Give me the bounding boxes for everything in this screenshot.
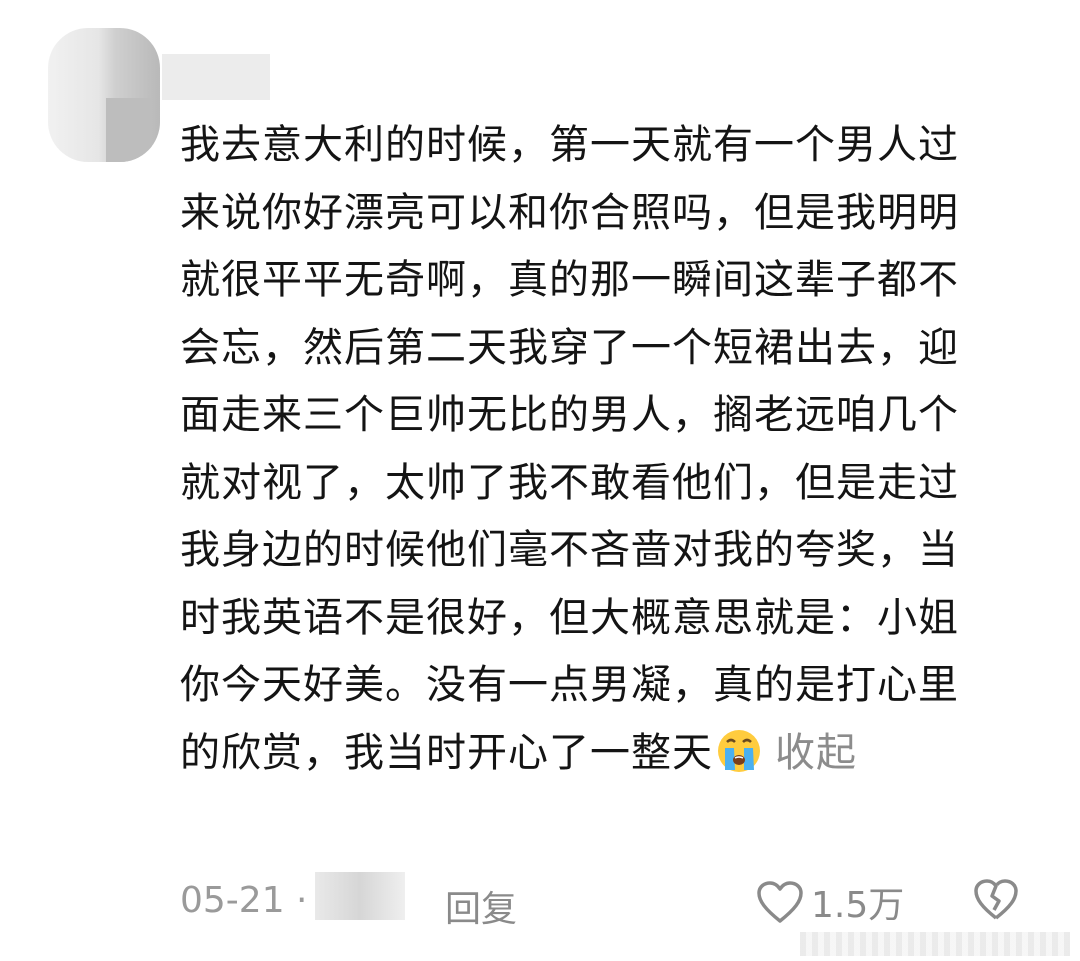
comment-footer: 05-21 · 回复 1.5万: [180, 872, 1040, 932]
like-button[interactable]: 1.5万: [755, 876, 904, 928]
reply-button[interactable]: 回复: [445, 880, 517, 932]
dislike-button[interactable]: [972, 876, 1020, 924]
comment-body: 我去意大利的时候，第一天就有一个男人过来说你好漂亮可以和你合照吗，但是我明明就很…: [180, 112, 995, 787]
broken-heart-icon: [974, 879, 1018, 920]
location-redacted: [315, 872, 405, 920]
like-count: 1.5万: [811, 885, 905, 926]
post-date: 05-21 ·: [180, 880, 308, 921]
avatar[interactable]: [48, 28, 160, 162]
watermark-strip: [800, 932, 1070, 956]
username-redacted[interactable]: [162, 54, 270, 100]
collapse-link[interactable]: 收起: [775, 730, 857, 776]
heart-icon: [757, 881, 803, 923]
crying-face-icon: [713, 726, 765, 774]
comment-text: 我去意大利的时候，第一天就有一个男人过来说你好漂亮可以和你合照吗，但是我明明就很…: [180, 122, 959, 776]
